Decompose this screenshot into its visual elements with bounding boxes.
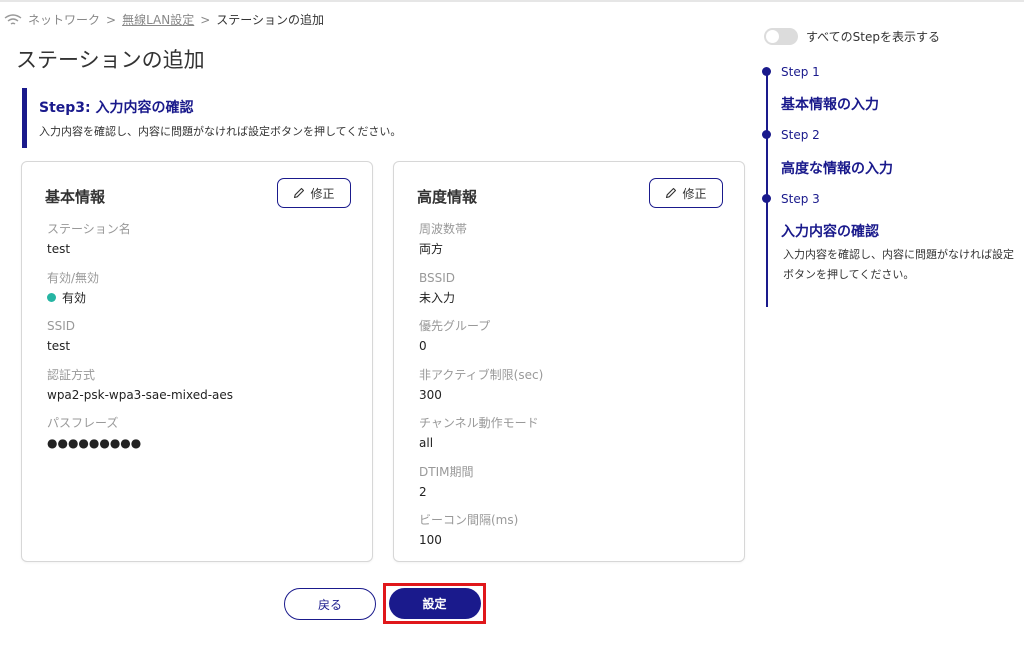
field-inactive-limit: 非アクティブ制限(sec) 300 — [419, 367, 719, 416]
timeline-step-1-title: 基本情報の入力 — [781, 97, 879, 113]
edit-label: 修正 — [310, 186, 335, 201]
field-channel-mode: チャンネル動作モード all — [419, 415, 719, 464]
field-ssid: SSID test — [47, 318, 347, 367]
field-label: DTIM期間 — [419, 464, 474, 479]
toggle-label: すべてのStepを表示する — [806, 30, 941, 44]
field-beacon-interval: ビーコン間隔(ms) 100 — [419, 512, 719, 561]
back-button[interactable]: 戻る — [284, 588, 376, 620]
edit-advanced-button[interactable]: 修正 — [649, 178, 723, 208]
edit-basic-button[interactable]: 修正 — [277, 178, 351, 208]
timeline-dot — [762, 67, 771, 76]
field-label: SSID — [47, 319, 76, 333]
field-value: 100 — [419, 533, 442, 547]
submit-button[interactable]: 設定 — [388, 588, 481, 619]
timeline-step-1-label: Step 1 — [781, 65, 820, 79]
field-frequency-band: 周波数帯 両方 — [419, 221, 719, 270]
timeline-line — [766, 70, 768, 307]
wifi-icon — [4, 13, 22, 25]
show-all-steps-toggle[interactable] — [764, 28, 798, 45]
timeline-step-2-title: 高度な情報の入力 — [781, 161, 893, 177]
field-value: 0 — [419, 339, 427, 353]
pencil-icon — [666, 187, 677, 199]
breadcrumb-network[interactable]: ネットワーク — [28, 11, 100, 28]
basic-fields: ステーション名 test 有効/無効 有効 SSID test 認証方式 wpa… — [47, 221, 347, 464]
show-all-steps-row: すべてのStepを表示する — [764, 28, 940, 45]
top-divider — [0, 0, 1024, 2]
edit-label: 修正 — [682, 186, 707, 201]
field-value: 300 — [419, 387, 442, 402]
timeline-dot — [762, 194, 771, 203]
field-label: パスフレーズ — [47, 416, 119, 430]
status-text: 有効 — [62, 290, 87, 305]
field-value: 有効 — [47, 290, 347, 306]
field-label: チャンネル動作モード — [419, 416, 539, 430]
card-title: 基本情報 — [45, 188, 106, 206]
step-description: 入力内容を確認し、内容に問題がなければ設定ボタンを押してください。 — [39, 125, 402, 138]
breadcrumb-separator: > — [106, 12, 117, 27]
breadcrumb-separator: > — [200, 12, 211, 27]
step-header: Step3: 入力内容の確認 入力内容を確認し、内容に問題がなければ設定ボタンを… — [22, 88, 622, 148]
field-value: wpa2-psk-wpa3-sae-mixed-aes — [47, 387, 234, 402]
breadcrumb: ネットワーク > 無線LAN設定 > ステーションの追加 — [4, 11, 324, 28]
field-dtim-period: DTIM期間 2 — [419, 464, 719, 513]
field-passphrase: パスフレーズ ●●●●●●●●● — [47, 415, 347, 464]
field-label: 認証方式 — [47, 367, 96, 382]
field-label: ビーコン間隔(ms) — [419, 513, 519, 527]
submit-highlight: 設定 — [383, 583, 486, 624]
field-label: 非アクティブ制限(sec) — [419, 367, 544, 382]
field-value: all — [419, 436, 434, 450]
timeline-step-3-label: Step 3 — [781, 192, 820, 206]
field-bssid: BSSID 未入力 — [419, 270, 719, 319]
field-station-name: ステーション名 test — [47, 221, 347, 270]
page-title: ステーションの追加 — [16, 48, 205, 72]
basic-info-card: 基本情報 修正 ステーション名 test 有効/無効 有効 SSID test … — [21, 161, 373, 562]
timeline-dot — [762, 130, 771, 139]
field-value-masked: ●●●●●●●●● — [47, 436, 142, 450]
pencil-icon — [294, 187, 305, 199]
step-heading: Step3: 入力内容の確認 — [39, 100, 194, 116]
field-label: ステーション名 — [47, 222, 131, 236]
field-priority-group: 優先グループ 0 — [419, 318, 719, 367]
timeline-step-2-label: Step 2 — [781, 128, 820, 142]
field-enabled: 有効/無効 有効 — [47, 270, 347, 319]
field-label: 有効/無効 — [47, 270, 100, 285]
status-dot-icon — [47, 293, 56, 302]
field-value: 両方 — [419, 242, 444, 256]
card-title: 高度情報 — [417, 188, 478, 206]
field-value: 未入力 — [419, 290, 456, 305]
timeline-step-3-title: 入力内容の確認 — [781, 224, 879, 240]
field-label: 優先グループ — [419, 319, 491, 333]
timeline-step-3-description: 入力内容を確認し、内容に問題がなければ設定ボタンを押してください。 — [783, 248, 1014, 281]
advanced-info-card: 高度情報 修正 周波数帯 両方 BSSID 未入力 優先グループ 0 非アクティ… — [393, 161, 745, 562]
field-value: test — [47, 339, 71, 353]
field-label: BSSID — [419, 270, 456, 285]
field-label: 周波数帯 — [419, 222, 468, 236]
field-auth-method: 認証方式 wpa2-psk-wpa3-sae-mixed-aes — [47, 367, 347, 416]
field-value: 2 — [419, 484, 427, 499]
field-value: test — [47, 242, 71, 256]
breadcrumb-wlan-link[interactable]: 無線LAN設定 — [122, 11, 194, 28]
breadcrumb-current: ステーションの追加 — [216, 13, 325, 27]
advanced-fields: 周波数帯 両方 BSSID 未入力 優先グループ 0 非アクティブ制限(sec)… — [419, 221, 719, 561]
